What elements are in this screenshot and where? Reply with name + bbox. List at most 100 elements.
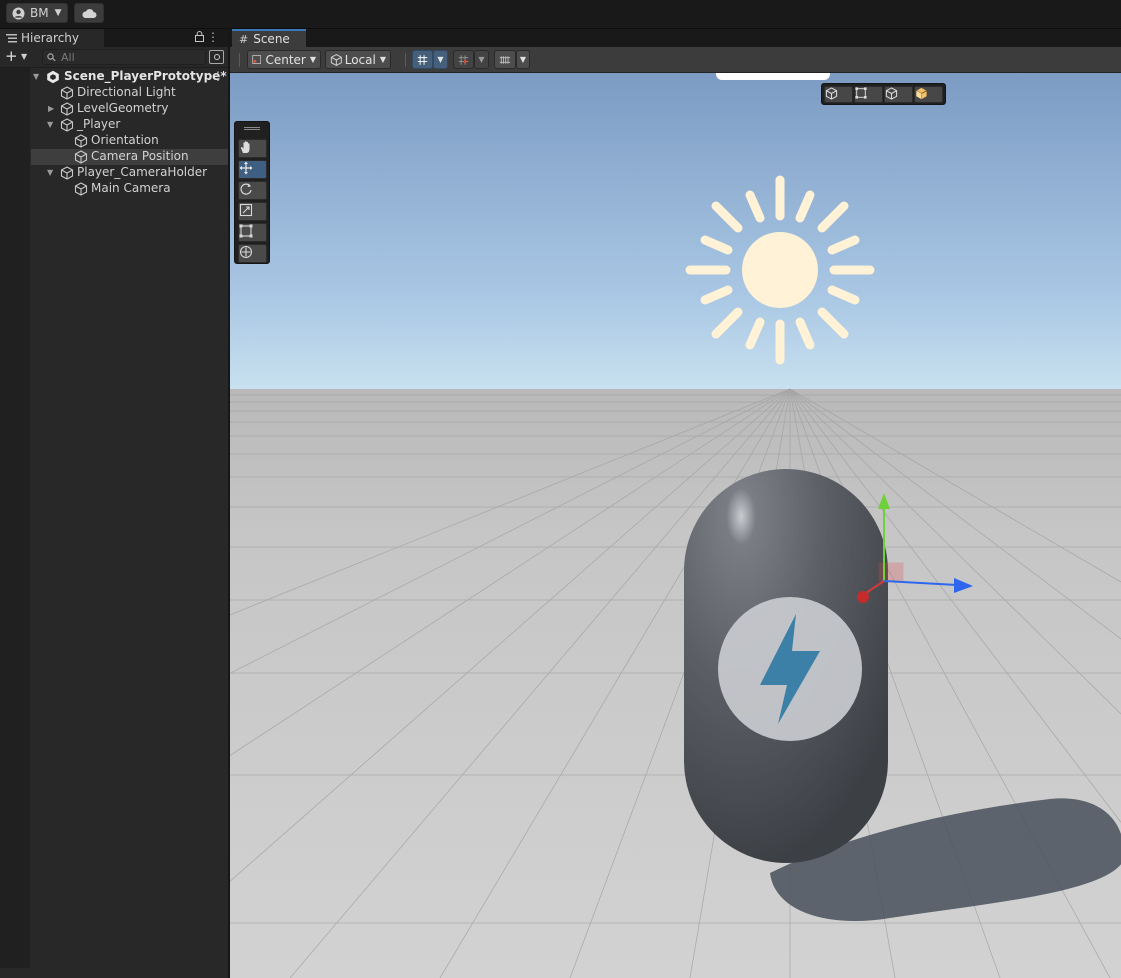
sky	[230, 73, 1121, 389]
chevron-down-icon: ▼	[519, 55, 527, 64]
chevron-down-icon: ▼	[379, 55, 386, 64]
hierarchy-item-camera-position[interactable]: Camera Position	[31, 149, 228, 165]
hierarchy-tab-bar: Hierarchy ⋮	[0, 29, 228, 47]
transform-icon	[239, 245, 253, 259]
hierarchy-item-label: Directional Light	[77, 85, 176, 99]
cube-icon	[885, 87, 898, 100]
gameobject-cube-icon	[60, 118, 74, 132]
gameobject-cube-icon	[74, 150, 88, 164]
user-circle-icon	[12, 7, 25, 19]
rect-tool-button[interactable]	[238, 223, 267, 242]
toolbar-separator	[239, 53, 240, 67]
gameobject-cube-icon	[60, 102, 74, 116]
pivot-space-dropdown[interactable]: Local ▼	[325, 50, 391, 69]
lock-icon[interactable]	[195, 31, 204, 45]
move-arrows-icon	[239, 161, 253, 175]
grid-snap-icon	[458, 54, 469, 65]
fold-expanded-icon[interactable]: ▼	[47, 120, 53, 129]
hierarchy-panel: Hierarchy ⋮ + ▼ ▼ Scene_PlayerPrototype*…	[0, 29, 228, 978]
scene-view-panel: # Scene Center ▼ Local ▼ ▼ ▼ ▼	[229, 29, 1121, 978]
kebab-menu-icon[interactable]: ⋮	[207, 30, 219, 44]
scale-icon	[239, 203, 253, 217]
rotate-tool-button[interactable]	[238, 181, 267, 200]
chevron-down-icon: ▼	[478, 55, 485, 64]
chevron-down-icon: ▼	[54, 8, 62, 18]
increment-snap-icon	[499, 55, 511, 64]
rotate-icon	[240, 183, 252, 195]
hierarchy-item-label: _Player	[77, 117, 121, 131]
move-tool-button[interactable]	[238, 160, 267, 179]
chevron-down-icon: ▼	[309, 55, 316, 64]
hierarchy-search-row: + ▼	[0, 47, 228, 68]
unity-scene-icon	[47, 70, 59, 84]
transform-tool-button[interactable]	[238, 244, 267, 263]
gameobject-cube-icon	[74, 134, 88, 148]
chevron-down-icon: ▼	[437, 55, 444, 64]
hash-grid-icon: #	[239, 32, 249, 46]
toolbar-separator	[405, 53, 406, 67]
grid-settings-dropdown[interactable]: ▼	[433, 50, 448, 69]
hierarchy-tab-label: Hierarchy	[21, 31, 80, 45]
grid-snapping-toggle[interactable]	[453, 50, 474, 69]
hierarchy-item-main-camera[interactable]: Main Camera	[0, 181, 228, 197]
fold-expanded-icon[interactable]: ▼	[47, 168, 53, 177]
gameobject-cube-icon	[60, 166, 74, 180]
search-by-type-icon[interactable]	[209, 50, 224, 64]
account-label: BM	[30, 6, 49, 20]
chevron-down-icon[interactable]: ▼	[21, 52, 27, 61]
cube-icon	[825, 87, 838, 100]
drag-handle-icon[interactable]	[244, 127, 260, 130]
scene-viewport[interactable]	[230, 73, 1121, 978]
scene-name: Scene_PlayerPrototype*	[64, 69, 227, 83]
cloud-icon	[82, 8, 97, 18]
view-cube-button[interactable]	[824, 86, 853, 103]
hand-icon	[240, 141, 250, 153]
gameobject-cube-icon	[60, 86, 74, 100]
rect-select-button[interactable]	[854, 86, 883, 103]
mesh-cube-button[interactable]	[884, 86, 913, 103]
hierarchy-item-player[interactable]: ▼ _Player	[0, 117, 228, 133]
rect-transform-icon	[239, 224, 253, 238]
account-dropdown[interactable]: BM ▼	[6, 3, 68, 23]
shaded-cube-button[interactable]	[914, 86, 943, 103]
hierarchy-item-orientation[interactable]: Orientation	[0, 133, 228, 149]
tab-scene[interactable]: # Scene	[232, 29, 306, 47]
fold-collapsed-icon[interactable]: ▶	[48, 104, 54, 113]
grid-visibility-toggle[interactable]	[412, 50, 433, 69]
pivot-center-icon	[252, 55, 262, 64]
list-icon	[6, 33, 17, 42]
grid-icon	[417, 54, 428, 65]
hierarchy-item-directional-light[interactable]: Directional Light	[0, 85, 228, 101]
tab-hierarchy[interactable]: Hierarchy	[0, 29, 104, 47]
local-space-icon	[330, 53, 342, 66]
scene-root-row[interactable]: ▼ Scene_PlayerPrototype* ⋮	[0, 69, 228, 85]
scene-toolbar: Center ▼ Local ▼ ▼ ▼ ▼	[230, 47, 1121, 73]
increment-snapping-dropdown[interactable]: ▼	[516, 50, 530, 69]
hierarchy-search-field[interactable]	[42, 49, 206, 65]
component-tools-overlay	[821, 83, 946, 105]
hierarchy-item-player-cameraholder[interactable]: ▼ Player_CameraHolder	[0, 165, 228, 181]
hierarchy-item-label: LevelGeometry	[77, 101, 169, 115]
scale-tool-button[interactable]	[238, 202, 267, 221]
pivot-space-label: Local	[344, 52, 376, 67]
cloud-button[interactable]	[74, 3, 104, 23]
hierarchy-item-label: Orientation	[91, 133, 159, 147]
fold-expanded-icon[interactable]: ▼	[33, 72, 39, 81]
overlay-popup-edge	[716, 73, 830, 80]
hierarchy-item-level-geometry[interactable]: ▶ LevelGeometry	[0, 101, 228, 117]
pivot-mode-label: Center	[265, 52, 306, 67]
script-gizmo-icon	[718, 597, 862, 741]
hierarchy-item-label: Main Camera	[91, 181, 171, 195]
rect-transform-icon	[855, 87, 867, 99]
hierarchy-search-input[interactable]	[61, 50, 201, 64]
add-object-button[interactable]: +	[5, 49, 18, 64]
grid-snapping-dropdown[interactable]: ▼	[474, 50, 489, 69]
pivot-mode-dropdown[interactable]: Center ▼	[247, 50, 321, 69]
shaded-cube-icon	[916, 87, 927, 100]
kebab-menu-icon[interactable]: ⋮	[212, 69, 224, 83]
hierarchy-item-label: Camera Position	[91, 149, 189, 163]
scene-tab-bar: # Scene	[230, 29, 1121, 47]
hand-tool-button[interactable]	[238, 139, 267, 158]
scene-render	[230, 73, 1121, 978]
increment-snapping-toggle[interactable]	[494, 50, 516, 69]
